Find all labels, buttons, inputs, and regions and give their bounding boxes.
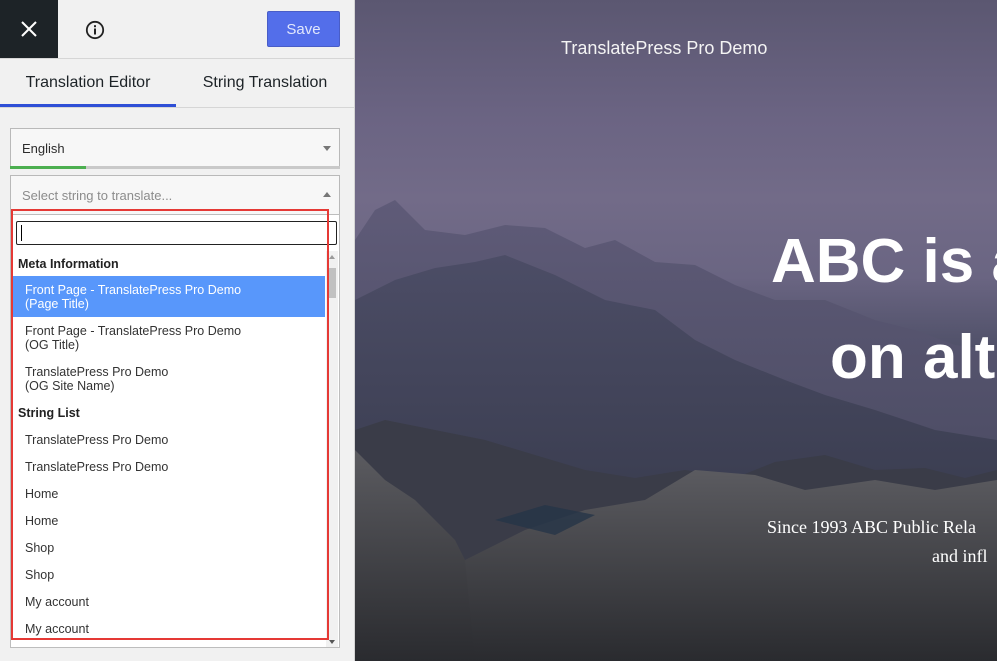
option-text: TranslatePress Pro Demo	[25, 432, 169, 447]
dropdown-option[interactable]: My account	[11, 615, 325, 642]
hero-subtitle-line-2: and infl	[932, 546, 988, 566]
divider	[0, 107, 354, 108]
string-select[interactable]: Select string to translate...	[10, 175, 340, 215]
group-label-meta-information: Meta Information	[18, 256, 119, 271]
dropdown-scrollbar[interactable]	[326, 251, 338, 647]
option-subtext: (OG Site Name)	[25, 378, 115, 393]
info-button[interactable]	[82, 17, 108, 43]
dropdown-option[interactable]: Shop	[11, 561, 325, 588]
dropdown-option[interactable]: Front Page - TranslatePress Pro Demo (OG…	[11, 317, 325, 358]
option-text: Home	[25, 486, 59, 501]
option-text: Front Page - TranslatePress Pro Demo	[25, 323, 242, 338]
tab-translation-editor[interactable]: Translation Editor	[0, 59, 176, 107]
language-select-value: English	[22, 140, 65, 156]
site-title[interactable]: TranslatePress Pro Demo	[561, 38, 767, 59]
option-text: My account	[25, 621, 89, 636]
dropdown-option[interactable]: Home	[11, 507, 325, 534]
close-button[interactable]	[0, 0, 58, 58]
string-dropdown: Meta Information Front Page - TranslateP…	[10, 214, 340, 648]
option-text: Home	[25, 513, 59, 528]
dropdown-option[interactable]: TranslatePress Pro Demo	[11, 453, 325, 480]
translation-editor-panel: Save Translation Editor String Translati…	[0, 0, 355, 661]
language-select[interactable]: English	[10, 128, 340, 168]
chevron-up-icon	[323, 192, 331, 197]
site-preview: TranslatePress Pro Demo ABC is a on alt …	[355, 0, 997, 661]
tab-string-translation[interactable]: String Translation	[176, 59, 354, 107]
scrollbar-thumb[interactable]	[328, 268, 336, 298]
text-cursor	[21, 225, 22, 241]
option-text: Shop	[25, 567, 55, 582]
hero-heading-line-1: ABC is a	[771, 227, 997, 296]
editor-tabs: Translation Editor String Translation	[0, 59, 354, 107]
option-text: TranslatePress Pro Demo	[25, 364, 169, 379]
option-text: Shop	[25, 540, 55, 555]
string-select-placeholder: Select string to translate...	[22, 187, 173, 203]
option-text: Front Page - TranslatePress Pro Demo	[25, 282, 242, 297]
dropdown-option[interactable]: My account	[11, 588, 325, 615]
save-button[interactable]: Save	[267, 11, 340, 47]
dropdown-option[interactable]: TranslatePress Pro Demo (OG Site Name)	[11, 358, 325, 399]
hero-heading-line-2: on alt	[830, 323, 996, 392]
option-subtext: (Page Title)	[25, 296, 89, 311]
scroll-up-arrow-icon[interactable]	[329, 255, 335, 259]
dropdown-option[interactable]: Shop	[11, 534, 325, 561]
dropdown-option[interactable]: Front Page - TranslatePress Pro Demo (Pa…	[11, 276, 325, 317]
group-label-string-list: String List	[18, 405, 80, 420]
dropdown-option[interactable]: Home	[11, 480, 325, 507]
option-subtext: (OG Title)	[25, 337, 80, 352]
dropdown-options-list: Meta Information Front Page - TranslateP…	[11, 251, 325, 647]
option-text: My account	[25, 594, 89, 609]
dropdown-option[interactable]: TranslatePress Pro Demo	[11, 426, 325, 453]
hero-subtitle-line-1: Since 1993 ABC Public Rela	[767, 517, 976, 537]
close-icon	[21, 21, 37, 37]
scroll-down-arrow-icon[interactable]	[329, 640, 335, 644]
dropdown-search-input[interactable]	[16, 221, 337, 245]
translation-progress-bar	[10, 166, 340, 169]
chevron-down-icon	[323, 146, 331, 151]
info-icon	[85, 20, 105, 40]
option-text: TranslatePress Pro Demo	[25, 459, 169, 474]
translation-progress-fill	[10, 166, 86, 169]
